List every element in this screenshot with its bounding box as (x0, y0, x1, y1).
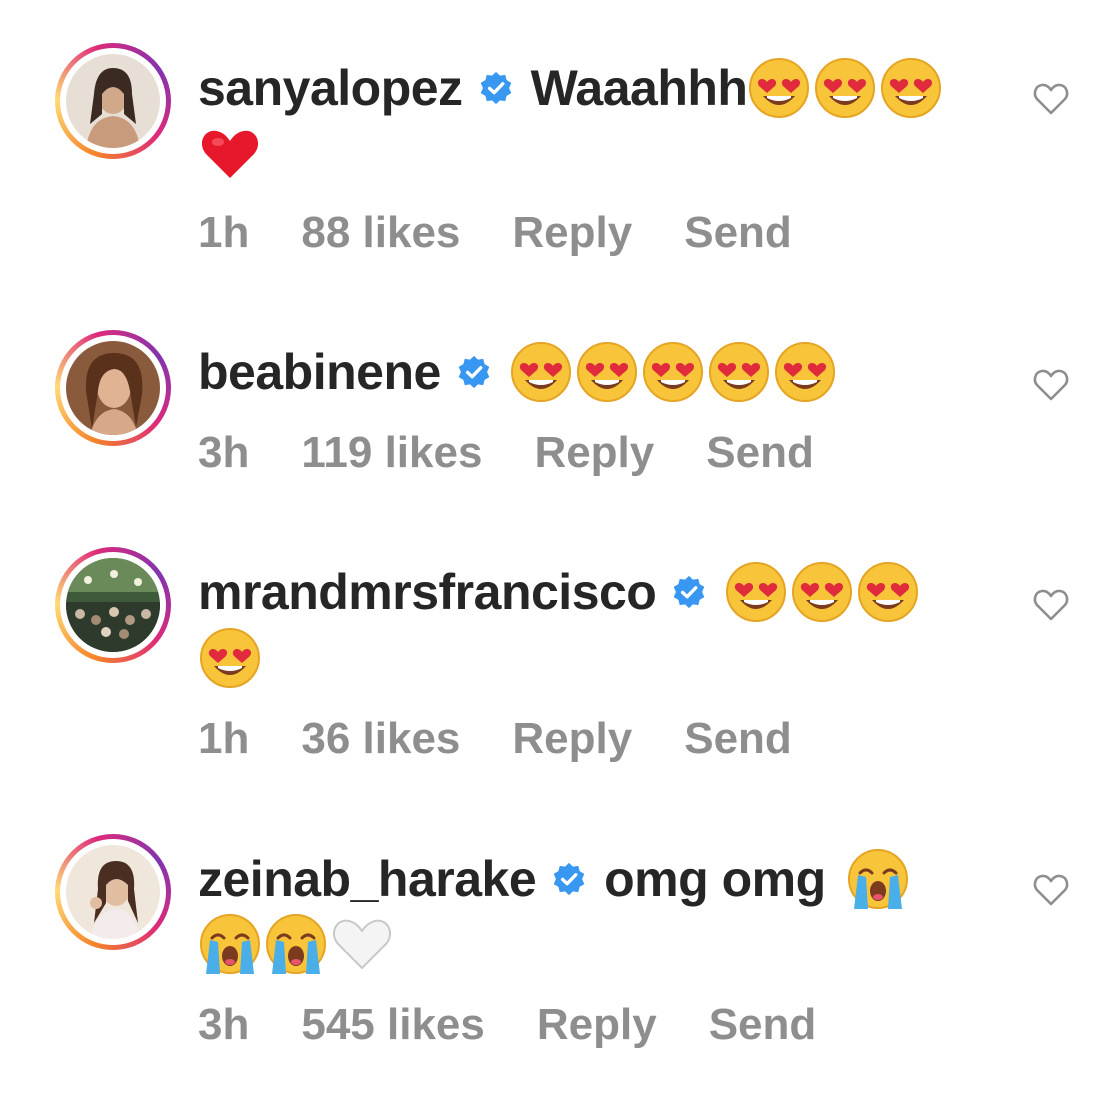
heart-eyes-emoji-icon (200, 628, 260, 688)
red-heart-emoji-icon (201, 130, 259, 178)
heart-eyes-emoji-icon (881, 58, 942, 118)
like-heart-icon[interactable] (1033, 873, 1069, 907)
verified-badge-icon (674, 575, 705, 609)
likes-count[interactable]: 545 likes (301, 1000, 485, 1050)
heart-eyes-emoji-icon (749, 58, 810, 118)
reply-button[interactable]: Reply (534, 428, 654, 478)
comment-text: omg omg (604, 851, 826, 907)
loudly-crying-emoji-icon (200, 914, 260, 974)
white-heart-emoji-icon (333, 919, 391, 970)
comment-meta: 3h 119 likes Reply Send (198, 428, 866, 478)
likes-count[interactable]: 88 likes (301, 208, 460, 258)
heart-eyes-emoji-icon (642, 342, 703, 402)
reply-button[interactable]: Reply (512, 714, 632, 764)
send-button[interactable]: Send (684, 208, 792, 258)
comment-text: Waaahhh (530, 60, 748, 116)
comment-text-line-2 (198, 912, 396, 976)
heart-eyes-emoji-icon (576, 342, 637, 402)
story-ring[interactable] (55, 330, 171, 446)
avatar[interactable] (66, 341, 160, 435)
heart-eyes-emoji-icon (815, 58, 876, 118)
timestamp[interactable]: 3h (198, 1000, 249, 1050)
comment-text-line: mrandmrsfrancisco (198, 560, 922, 624)
username[interactable]: mrandmrsfrancisco (198, 563, 657, 621)
avatar[interactable] (66, 845, 160, 939)
comment-text-line: zeinab_harake omg omg (198, 847, 912, 911)
timestamp[interactable]: 1h (198, 208, 249, 258)
send-button[interactable]: Send (706, 428, 814, 478)
heart-eyes-emoji-icon (708, 342, 769, 402)
likes-count[interactable]: 119 likes (301, 428, 482, 478)
story-ring[interactable] (55, 834, 171, 950)
avatar[interactable] (66, 558, 160, 652)
reply-button[interactable]: Reply (512, 208, 632, 258)
verified-badge-icon (553, 862, 585, 896)
comment-meta: 3h 545 likes Reply Send (198, 1000, 868, 1050)
comment-text-line: sanyalopez Waaahhh (198, 56, 945, 120)
like-heart-icon[interactable] (1033, 588, 1069, 622)
heart-eyes-emoji-icon (726, 562, 787, 622)
like-heart-icon[interactable] (1033, 368, 1069, 402)
verified-badge-icon (458, 355, 490, 389)
likes-count[interactable]: 36 likes (301, 714, 460, 764)
username[interactable]: beabinene (198, 343, 441, 401)
heart-eyes-emoji-icon (510, 342, 571, 402)
comment-text-line: beabinene (198, 340, 839, 404)
verified-badge-icon (480, 71, 511, 105)
comment-text-line-2 (198, 626, 264, 690)
heart-eyes-emoji-icon (792, 562, 853, 622)
username[interactable]: sanyalopez (198, 59, 463, 117)
heart-eyes-emoji-icon (858, 562, 919, 622)
like-heart-icon[interactable] (1033, 82, 1069, 116)
timestamp[interactable]: 3h (198, 428, 249, 478)
story-ring[interactable] (55, 43, 171, 159)
send-button[interactable]: Send (684, 714, 792, 764)
story-ring[interactable] (55, 547, 171, 663)
loudly-crying-emoji-icon (266, 914, 326, 974)
username[interactable]: zeinab_harake (198, 850, 537, 908)
avatar[interactable] (66, 54, 160, 148)
comment-meta: 1h 36 likes Reply Send (198, 714, 844, 764)
reply-button[interactable]: Reply (537, 1000, 657, 1050)
comment-text-line-2 (198, 122, 264, 186)
loudly-crying-emoji-icon (847, 849, 908, 909)
comment-meta: 1h 88 likes Reply Send (198, 208, 844, 258)
timestamp[interactable]: 1h (198, 714, 249, 764)
heart-eyes-emoji-icon (774, 342, 835, 402)
send-button[interactable]: Send (709, 1000, 817, 1050)
